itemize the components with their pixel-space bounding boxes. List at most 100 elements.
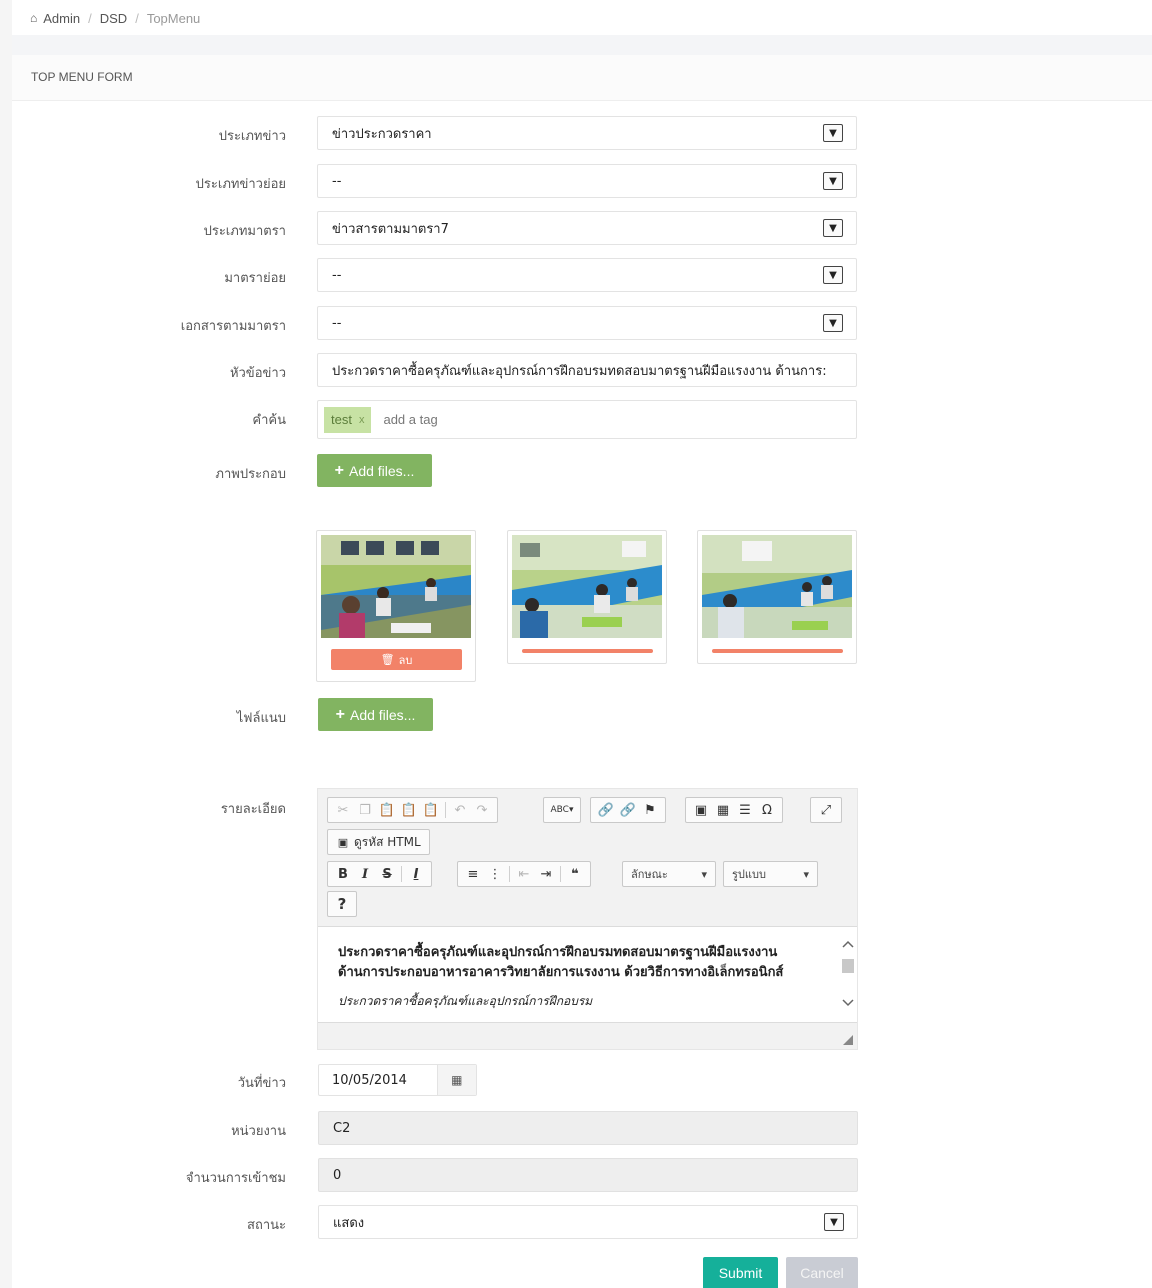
news-subtype-select[interactable]: -- ▼	[317, 164, 857, 198]
chevron-down-icon: ▼	[823, 124, 843, 142]
numbered-list-icon[interactable]: ≡	[462, 863, 484, 885]
cancel-button[interactable]: Cancel	[786, 1257, 858, 1288]
chevron-down-icon: ▼	[823, 314, 843, 332]
headline-value: ประกวดราคาซื้อครุภัณฑ์และอุปกรณ์การฝึกอบ…	[332, 363, 827, 379]
headline-label: หัวข้อข่าว	[229, 366, 286, 381]
thumbnail-image	[512, 535, 662, 638]
toolbar-separator	[509, 866, 510, 882]
section-type-label: ประเภทมาตรา	[203, 224, 286, 239]
insert-toolbar: ▣ ▦ ☰ Ω	[685, 797, 783, 823]
format-combo[interactable]: รูปแบบ ▾	[723, 861, 818, 887]
calendar-icon[interactable]: ▦	[436, 1065, 476, 1095]
maximize-icon[interactable]: ⤢	[815, 799, 837, 821]
news-subtype-value: --	[332, 173, 342, 189]
section-type-select[interactable]: ข่าวสารตามมาตรา7 ▼	[317, 211, 857, 245]
thumbnail-image	[321, 535, 471, 638]
link-icon[interactable]: 🔗	[595, 799, 617, 821]
anchor-flag-icon[interactable]: ⚑	[639, 799, 661, 821]
bulleted-list-icon[interactable]: ⋮	[484, 863, 506, 885]
home-icon: ⌂	[30, 11, 38, 25]
redo-icon[interactable]: ↷	[471, 799, 493, 821]
views-label: จำนวนการเข้าชม	[185, 1171, 286, 1186]
section-doc-select[interactable]: -- ▼	[317, 306, 857, 340]
news-date-label: วันที่ข่าว	[237, 1076, 286, 1091]
bold-icon[interactable]: B	[332, 863, 354, 885]
horizontal-rule-icon[interactable]: ☰	[734, 799, 756, 821]
help-button[interactable]: ?	[331, 893, 353, 915]
toolbar-separator	[560, 866, 561, 882]
news-type-select[interactable]: ข่าวประกวดราคา ▼	[317, 116, 857, 150]
rich-text-editor: ✂ ❐ 📋 📋 📋 ↶ ↷ ABC▾ 🔗 🔗 ⚑ ▣ ▦ ☰ Ω ⤢ ▣ ดูร…	[317, 788, 858, 1050]
italic-icon[interactable]: I	[354, 863, 376, 885]
strike-icon[interactable]: S	[376, 863, 398, 885]
department-label: หน่วยงาน	[231, 1124, 286, 1139]
editor-scrollbar[interactable]	[839, 927, 857, 1022]
details-label: รายละเอียด	[220, 802, 286, 817]
paste-word-icon[interactable]: 📋	[420, 799, 442, 821]
left-margin	[0, 0, 12, 1288]
spellcheck-icon[interactable]: ABC▾	[548, 799, 576, 821]
indent-icon[interactable]: ⇥	[535, 863, 557, 885]
table-icon[interactable]: ▦	[712, 799, 734, 821]
style-combo[interactable]: ลักษณะ ▾	[622, 861, 716, 887]
headline-input[interactable]: ประกวดราคาซื้อครุภัณฑ์และอุปกรณ์การฝึกอบ…	[317, 353, 857, 387]
sub-section-select[interactable]: -- ▼	[317, 258, 857, 292]
add-attachments-label: Add files...	[349, 706, 416, 723]
image-icon[interactable]: ▣	[690, 799, 712, 821]
chevron-down-icon: ▼	[823, 172, 843, 190]
resize-handle-icon[interactable]	[843, 1035, 853, 1045]
link-toolbar: 🔗 🔗 ⚑	[590, 797, 666, 823]
news-type-value: ข่าวประกวดราคา	[332, 126, 432, 142]
tag-remove-icon[interactable]: x	[359, 414, 365, 426]
content-line: ด้านการประกอบอาหารอาคารวิทยาลัยการแรงงาน…	[338, 965, 784, 980]
status-label: สถานะ	[247, 1218, 286, 1233]
submit-button[interactable]: Submit	[703, 1257, 778, 1288]
keywords-tag-input[interactable]: test x add a tag	[317, 400, 857, 439]
image-thumbnail	[507, 530, 667, 664]
editor-content-area[interactable]: ประกวดราคาซื้อครุภัณฑ์และอุปกรณ์การฝึกอบ…	[318, 926, 857, 1023]
department-value: C2	[333, 1120, 351, 1136]
thumbnail-image	[702, 535, 852, 638]
breadcrumb-admin[interactable]: Admin	[43, 11, 80, 26]
source-toolbar[interactable]: ▣ ดูรหัส HTML	[327, 829, 430, 855]
section-doc-value: --	[332, 315, 342, 331]
toolbar-separator	[445, 802, 446, 818]
news-date-value[interactable]: 10/05/2014	[319, 1065, 437, 1095]
image-thumbnail	[697, 530, 857, 664]
undo-icon[interactable]: ↶	[449, 799, 471, 821]
outdent-icon[interactable]: ⇤	[513, 863, 535, 885]
delete-image-button[interactable]: 🗑 ลบ	[331, 649, 462, 670]
copy-icon[interactable]: ❐	[354, 799, 376, 821]
unlink-icon[interactable]: 🔗	[617, 799, 639, 821]
special-char-icon[interactable]: Ω	[756, 799, 778, 821]
breadcrumb-separator: /	[135, 10, 139, 26]
remove-format-icon[interactable]: I	[405, 863, 427, 885]
help-toolbar: ?	[327, 891, 357, 917]
add-images-button[interactable]: + Add files...	[317, 454, 432, 487]
chevron-down-icon: ▼	[823, 266, 843, 284]
breadcrumb-current: TopMenu	[146, 10, 201, 26]
status-value: แสดง	[333, 1215, 365, 1231]
tag-placeholder[interactable]: add a tag	[383, 412, 437, 427]
toolbar-separator	[401, 866, 402, 882]
add-attachments-button[interactable]: + Add files...	[318, 698, 433, 731]
attachments-label: ไฟล์แนบ	[236, 711, 286, 726]
chevron-down-icon: ▼	[823, 219, 843, 237]
news-date-picker[interactable]: 10/05/2014 ▦	[318, 1064, 477, 1096]
trash-icon: 🗑	[380, 653, 395, 666]
breadcrumb-separator: /	[88, 10, 92, 26]
paste-icon[interactable]: 📋	[376, 799, 398, 821]
tag-text: test	[331, 412, 352, 427]
spellcheck-toolbar: ABC▾	[543, 797, 581, 823]
source-icon: ▣	[337, 835, 349, 849]
plus-icon: +	[334, 461, 344, 479]
blockquote-icon[interactable]: ❝	[564, 863, 586, 885]
style-combo-label: ลักษณะ	[631, 868, 668, 881]
plus-icon: +	[335, 705, 345, 723]
status-select[interactable]: แสดง ▼	[318, 1205, 858, 1239]
cut-icon[interactable]: ✂	[332, 799, 354, 821]
breadcrumb: ⌂ Admin / DSD / TopMenu	[30, 8, 200, 28]
source-button-label: ดูรหัส HTML	[354, 834, 421, 849]
paste-text-icon[interactable]: 📋	[398, 799, 420, 821]
breadcrumb-dsd[interactable]: DSD	[100, 11, 127, 26]
